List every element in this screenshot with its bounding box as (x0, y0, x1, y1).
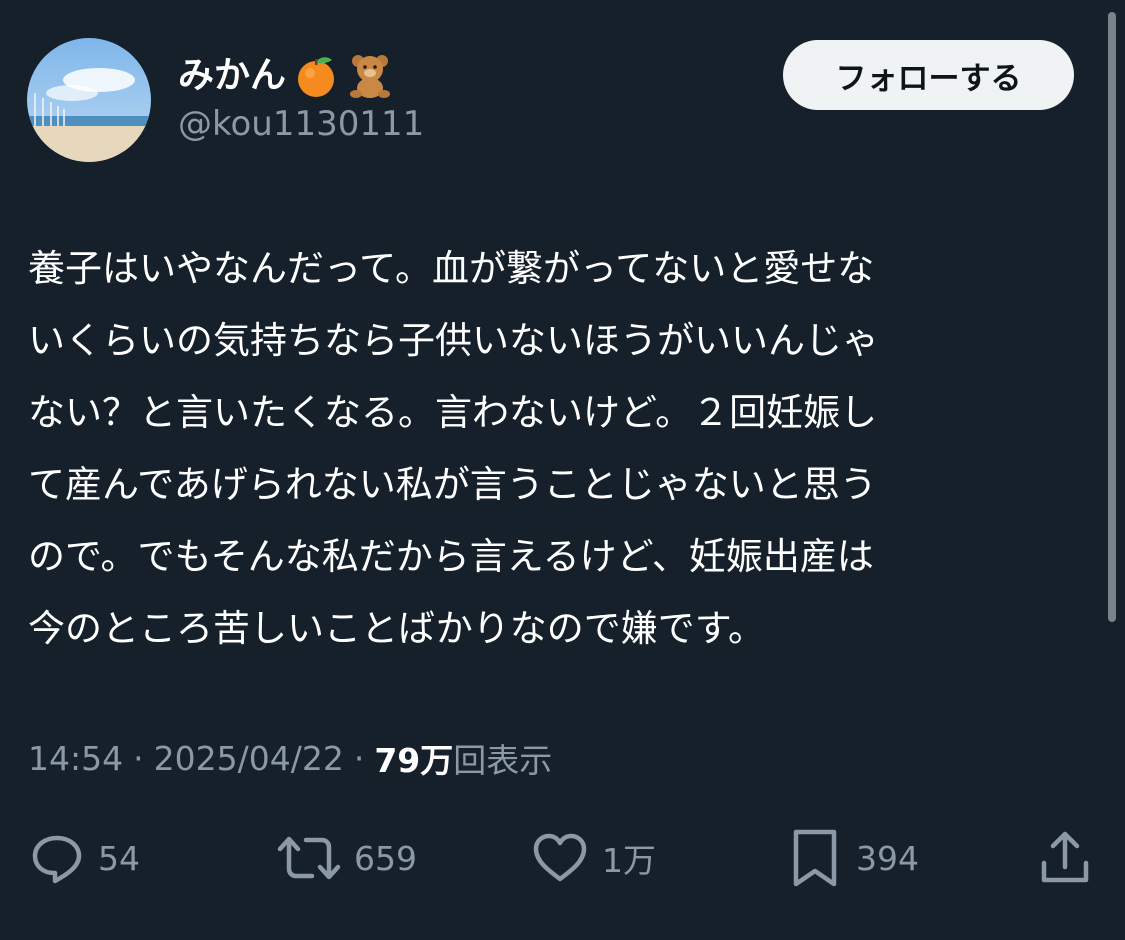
author-display-name[interactable]: みかん (178, 50, 286, 102)
tweet-text-line: 今のところ苦しいことばかりなので嫌です。 (28, 607, 766, 650)
tweet-time[interactable]: 14:54 (28, 739, 123, 778)
like-button[interactable]: 1万 (530, 825, 656, 891)
tangerine-emoji (292, 52, 340, 100)
teddy-bear-emoji (346, 52, 394, 100)
avatar-image (27, 38, 151, 162)
follow-button[interactable]: フォローする (783, 40, 1074, 110)
tweet-text-line: ない？と言いたくなる。言わないけど。２回妊娠し (28, 391, 878, 434)
retweet-button[interactable]: 659 (276, 825, 417, 891)
share-button[interactable] (1036, 825, 1094, 891)
reply-bubble-icon[interactable] (28, 829, 86, 887)
tweet-date[interactable]: 2025/04/22 (154, 739, 344, 778)
share-upload-icon[interactable] (1036, 829, 1094, 887)
avatar[interactable] (27, 38, 151, 162)
tweet-text-line: いくらいの気持ちなら子供いないほうがいいんじゃ (28, 319, 879, 362)
bookmark-button[interactable]: 394 (786, 825, 919, 891)
heart-icon[interactable] (530, 829, 590, 887)
meta-separator: · (133, 738, 144, 778)
bookmark-count: 394 (856, 838, 919, 878)
action-bar: 54 659 1万 394 (0, 825, 1125, 891)
tweet-text-line: て産んであげられない私が言うことじゃないと思う (28, 463, 877, 506)
retweet-count: 659 (354, 838, 417, 878)
reply-button[interactable]: 54 (28, 825, 140, 891)
bookmark-icon[interactable] (786, 827, 844, 889)
tweet-text-line: 養子はいやなんだって。血が繋がってないと愛せな (28, 247, 875, 290)
like-count: 1万 (602, 841, 656, 880)
views-count[interactable]: 79万 (374, 734, 453, 782)
tweet-text-line: ので。でもそんな私だから言えるけど、妊娠出産は (28, 535, 874, 578)
scrollbar[interactable] (1108, 12, 1116, 622)
tweet-meta: 14:54 · 2025/04/22 · 79万 回表示 (28, 732, 552, 784)
views-label[interactable]: 回表示 (453, 734, 552, 782)
author-handle[interactable]: @kou1130111 (178, 101, 424, 147)
tweet-text: 養子はいやなんだって。血が繋がってないと愛せな いくらいの気持ちなら子供いないほ… (28, 233, 1068, 665)
author-name-row[interactable]: みかん (178, 50, 394, 102)
reply-count: 54 (98, 838, 140, 878)
retweet-icon[interactable] (276, 829, 342, 887)
meta-separator: · (353, 738, 365, 778)
